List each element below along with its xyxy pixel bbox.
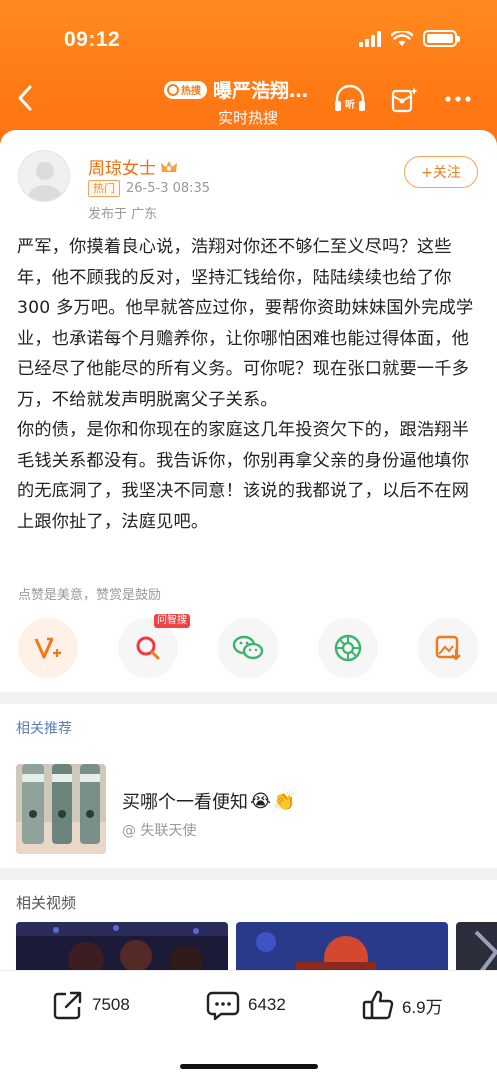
listen-icon[interactable]: 听 xyxy=(333,82,367,116)
action-row: 问智搜 xyxy=(18,614,478,682)
video-row xyxy=(16,922,497,972)
status-icons xyxy=(359,30,460,47)
vip-crown-icon xyxy=(161,160,177,172)
thumbs-up-icon xyxy=(362,990,394,1020)
moments-icon xyxy=(334,634,362,662)
video-thumbnail[interactable] xyxy=(16,922,228,972)
red-packet-icon[interactable] xyxy=(387,82,421,116)
hot-search-badge: 热搜 xyxy=(164,80,207,99)
nav-title-block[interactable]: 热搜 曝严浩翔… 实时热搜 xyxy=(164,76,344,128)
more-icon[interactable] xyxy=(441,82,475,116)
back-icon[interactable] xyxy=(10,80,40,116)
comment-count: 6432 xyxy=(248,995,286,1014)
nav-actions: 听 xyxy=(333,82,475,116)
post-timestamp: 26-5-3 08:35 xyxy=(126,181,211,196)
status-time: 09:12 xyxy=(64,28,121,51)
author-row: 周琼女士 热门 26-5-3 08:35 发布于 广东 +关注 xyxy=(18,150,478,230)
wechat-share-button[interactable] xyxy=(218,618,278,678)
avatar[interactable] xyxy=(18,150,70,202)
post-card: 周琼女士 热门 26-5-3 08:35 发布于 广东 +关注 严军，你摸着良心… xyxy=(0,130,497,980)
video-thumbnail[interactable] xyxy=(236,922,448,972)
recommend-author: @ 失联天使 xyxy=(122,823,197,839)
video-thumbnail[interactable] xyxy=(456,922,497,972)
svg-text:听: 听 xyxy=(345,98,355,111)
repost-button[interactable]: 7508 xyxy=(52,989,130,1021)
post-body: 严军，你摸着良心说，浩翔对你还不够仁至义尽吗？这些年，他不顾我的反对，坚持汇钱给… xyxy=(17,232,483,537)
nav-subtitle: 实时热搜 xyxy=(218,109,279,127)
comment-button[interactable]: 6432 xyxy=(206,989,286,1021)
post-meta: 热门 26-5-3 08:35 xyxy=(88,180,210,197)
nav-title: 曝严浩翔… xyxy=(213,80,309,102)
recommend-title: 相关推荐 xyxy=(16,721,72,737)
like-count: 6.9万 xyxy=(402,997,443,1017)
videos-title: 相关视频 xyxy=(16,894,77,912)
clap-emoji-icon: 👏 xyxy=(273,790,296,812)
author-name[interactable]: 周琼女士 xyxy=(88,154,178,179)
cellular-signal-icon xyxy=(359,30,381,47)
image-download-icon xyxy=(435,635,461,661)
post-paragraph: 你的债，是你和你现在的家庭这几年投资欠下的，跟浩翔半毛钱关系都没有。我告诉你，你… xyxy=(17,420,470,532)
divider xyxy=(0,692,497,704)
ai-search-button[interactable]: 问智搜 xyxy=(118,614,190,678)
post-paragraph: 严军，你摸着良心说，浩翔对你还不够仁至义尽吗？这些年，他不顾我的反对，坚持汇钱给… xyxy=(17,237,474,410)
ai-badge: 问智搜 xyxy=(154,614,190,628)
recommend-text: 买哪个一看便知 😭 👏 xyxy=(122,790,296,814)
battery-icon xyxy=(423,30,460,47)
recommend-item[interactable]: 买哪个一看便知 😭 👏 @ 失联天使 xyxy=(16,764,482,856)
like-hint: 点赞是美意，赞赏是鼓励 xyxy=(18,588,162,603)
hot-tag: 热门 xyxy=(88,180,120,197)
reward-icon xyxy=(34,637,61,659)
nav-bar: 热搜 曝严浩翔… 实时热搜 听 xyxy=(0,72,497,128)
like-button[interactable]: 6.9万 xyxy=(362,989,443,1021)
crying-emoji-icon: 😭 xyxy=(250,790,272,812)
divider xyxy=(0,868,497,880)
follow-button[interactable]: +关注 xyxy=(404,156,478,188)
share-icon xyxy=(53,991,82,1020)
search-icon xyxy=(167,83,179,96)
ai-search-icon xyxy=(136,636,160,660)
comment-icon xyxy=(206,991,240,1021)
recommend-thumbnail xyxy=(16,764,106,854)
home-indicator xyxy=(180,1064,318,1069)
save-image-button[interactable] xyxy=(418,618,478,678)
repost-count: 7508 xyxy=(92,995,130,1014)
status-bar: 09:12 xyxy=(0,0,497,78)
reward-button[interactable] xyxy=(18,618,78,678)
moments-share-button[interactable] xyxy=(318,618,378,678)
wifi-icon xyxy=(391,30,413,46)
wechat-icon xyxy=(232,635,264,660)
post-location: 发布于 广东 xyxy=(88,207,158,222)
